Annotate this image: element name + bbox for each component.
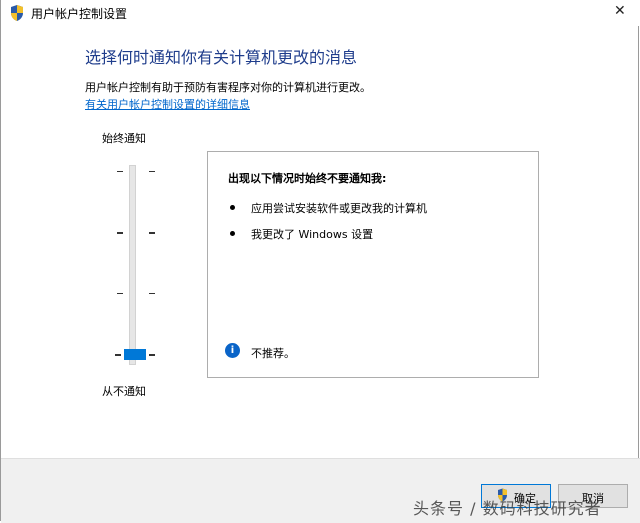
slider-tick	[117, 171, 123, 172]
slider-tick	[149, 354, 155, 356]
bullet-icon	[230, 231, 235, 236]
info-panel: 出现以下情况时始终不要通知我: 应用尝试安装软件或更改我的计算机 我更改了 Wi…	[207, 151, 539, 378]
slider-tick	[117, 232, 123, 234]
slider-thumb[interactable]	[124, 349, 146, 360]
slider-tick	[115, 354, 121, 356]
page-description: 用户帐户控制有助于预防有害程序对你的计算机进行更改。	[85, 81, 371, 94]
info-bullet: 我更改了 Windows 设置	[251, 228, 374, 241]
slider-tick	[149, 232, 155, 234]
help-link[interactable]: 有关用户帐户控制设置的详细信息	[85, 96, 250, 112]
bullet-icon	[230, 205, 235, 210]
info-icon: i	[225, 343, 240, 358]
close-button[interactable]: ✕	[595, 0, 640, 26]
info-note: 不推荐。	[251, 347, 295, 360]
uac-settings-window: 用户帐户控制设置 ✕ 选择何时通知你有关计算机更改的消息 用户帐户控制有助于预防…	[0, 0, 640, 523]
slider-top-label: 始终通知	[102, 132, 146, 145]
close-icon: ✕	[614, 3, 626, 19]
slider-tick	[149, 171, 155, 172]
slider-tick	[117, 293, 123, 294]
uac-shield-icon	[11, 5, 23, 21]
title-bar: 用户帐户控制设置 ✕	[1, 0, 640, 26]
watermark: 头条号 / 数码科技研究者	[413, 499, 602, 518]
slider-track[interactable]	[129, 165, 136, 365]
slider-tick	[149, 293, 155, 294]
slider-bottom-label: 从不通知	[102, 385, 146, 398]
info-bullet: 应用尝试安装软件或更改我的计算机	[251, 202, 427, 215]
window-title: 用户帐户控制设置	[31, 7, 128, 21]
page-heading: 选择何时通知你有关计算机更改的消息	[85, 48, 358, 67]
info-panel-title: 出现以下情况时始终不要通知我:	[228, 172, 387, 185]
